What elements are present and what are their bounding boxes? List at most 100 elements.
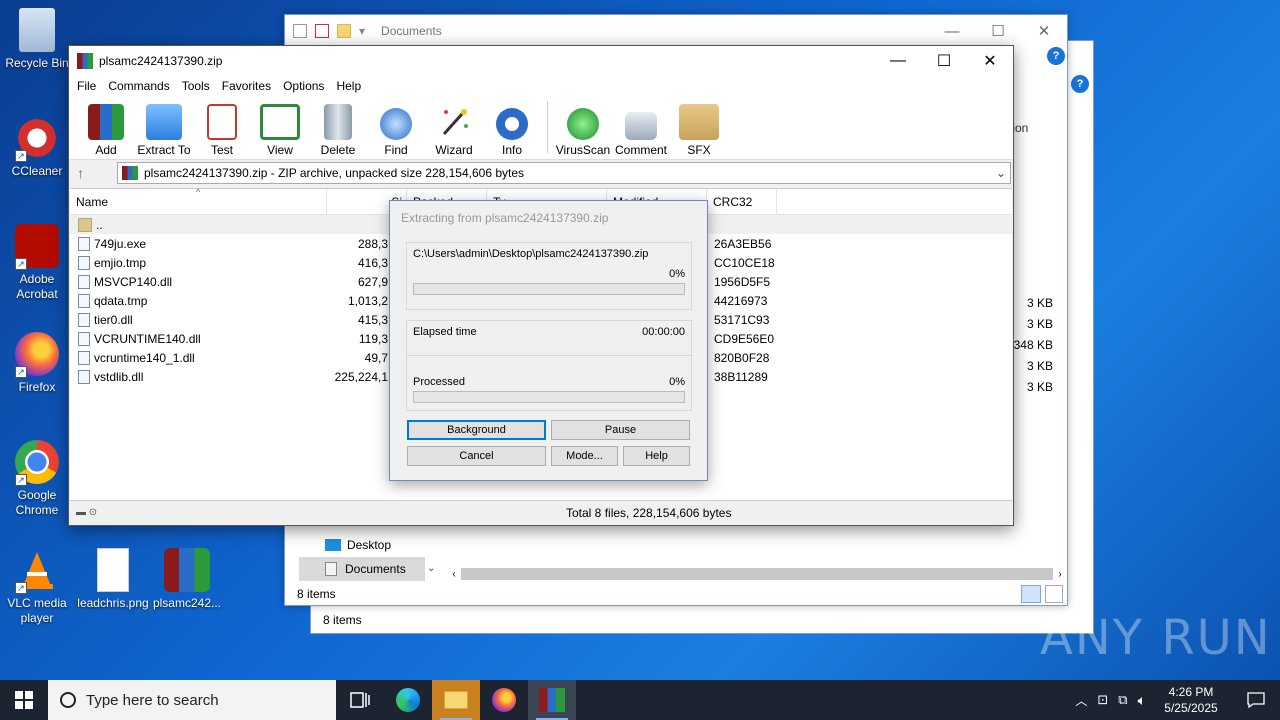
exe-file-icon bbox=[78, 236, 90, 251]
shortcut-arrow-icon: ↗ bbox=[15, 366, 27, 378]
scroll-left-arrow[interactable]: ‹ bbox=[447, 569, 461, 580]
shortcut-arrow-icon: ↗ bbox=[15, 582, 27, 594]
desktop-icon-ccleaner[interactable]: ↗ CCleaner bbox=[0, 116, 74, 179]
chevron-down-icon[interactable]: ▾ bbox=[359, 24, 365, 38]
toolbar-extract-to-button[interactable]: Extract To bbox=[135, 104, 193, 157]
notification-center-button[interactable] bbox=[1236, 680, 1276, 720]
mode-button[interactable]: Mode... bbox=[551, 446, 618, 466]
file-name: VCRUNTIME140.dll bbox=[94, 331, 201, 346]
file-size: 288,3 bbox=[357, 236, 388, 251]
close-button[interactable]: ✕ bbox=[967, 46, 1013, 76]
winrar-archive-icon bbox=[164, 548, 210, 592]
file-name: MSVCP140.dll bbox=[94, 274, 173, 289]
toolbar-label: Find bbox=[384, 143, 408, 157]
maximize-button[interactable]: ☐ bbox=[975, 16, 1021, 46]
minimize-button[interactable]: — bbox=[875, 46, 921, 76]
nav-item-documents[interactable]: Documents bbox=[299, 557, 425, 581]
status-total: Total 8 files, 228,154,606 bytes bbox=[566, 505, 732, 520]
volume-icon[interactable]: 🔈︎ bbox=[1138, 692, 1146, 709]
pause-button[interactable]: Pause bbox=[551, 420, 690, 440]
menu-tools[interactable]: Tools bbox=[176, 79, 216, 93]
desktop-icon-vlc[interactable]: ↗ VLC media player bbox=[0, 548, 74, 626]
properties-icon[interactable] bbox=[293, 24, 307, 38]
horizontal-scrollbar[interactable]: ‹ › bbox=[447, 567, 1067, 581]
large-icons-view-icon[interactable] bbox=[1045, 585, 1063, 603]
scroll-right-arrow[interactable]: › bbox=[1053, 569, 1067, 580]
menu-commands[interactable]: Commands bbox=[102, 79, 175, 93]
maximize-button[interactable]: ☐ bbox=[921, 46, 967, 76]
window-title: plsamc2424137390.zip bbox=[99, 54, 223, 68]
file-size: 49,7 bbox=[364, 350, 388, 365]
file-progress-group: C:\Users\admin\Desktop\plsamc2424137390.… bbox=[406, 242, 692, 310]
folder-icon[interactable] bbox=[337, 24, 351, 38]
toolbar-delete-button[interactable]: Delete bbox=[309, 104, 367, 157]
checkmark-icon[interactable] bbox=[315, 24, 329, 38]
background-button[interactable]: Background bbox=[407, 420, 546, 440]
task-view-button[interactable] bbox=[336, 680, 384, 720]
address-field[interactable]: plsamc2424137390.zip - ZIP archive, unpa… bbox=[117, 162, 1011, 184]
desktop-icon-leadchris-png[interactable]: leadchris.png bbox=[76, 548, 150, 611]
window-title: Documents bbox=[381, 24, 442, 38]
toolbar-view-button[interactable]: View bbox=[251, 104, 309, 157]
toolbar-add-button[interactable]: Add bbox=[77, 104, 135, 157]
cancel-button[interactable]: Cancel bbox=[407, 446, 546, 466]
desktop-icon-label: Google Chrome bbox=[15, 488, 59, 517]
desktop-folder-icon bbox=[325, 539, 341, 551]
view-book-icon bbox=[260, 104, 300, 140]
toolbar: Add Extract To Test View Delete Find Wiz… bbox=[69, 96, 1013, 160]
file-percent: 0% bbox=[669, 268, 685, 280]
ethernet-icon[interactable]: ⧉ bbox=[1118, 692, 1127, 708]
taskbar-search-box[interactable]: Type here to search bbox=[48, 680, 336, 720]
toolbar-label: Test bbox=[210, 143, 233, 157]
menu-favorites[interactable]: Favorites bbox=[216, 79, 277, 93]
toolbar-label: View bbox=[267, 143, 293, 157]
close-button[interactable]: ✕ bbox=[1021, 16, 1067, 46]
desktop-icon-recycle-bin[interactable]: Recycle Bin bbox=[0, 8, 74, 71]
file-name: emjio.tmp bbox=[94, 255, 147, 270]
desktop-icon-adobe-acrobat[interactable]: ↗ Adobe Acrobat bbox=[0, 224, 74, 302]
taskbar-winrar-button[interactable] bbox=[528, 680, 576, 720]
winrar-logo-icon bbox=[77, 53, 93, 69]
help-icon[interactable]: ? bbox=[1071, 75, 1089, 93]
desktop-icon-label: Adobe Acrobat bbox=[16, 272, 58, 301]
taskbar-file-explorer-button[interactable] bbox=[432, 680, 480, 720]
chevron-up-icon[interactable]: ︿ bbox=[1075, 692, 1087, 709]
desktop-icon-google-chrome[interactable]: ↗ Google Chrome bbox=[0, 440, 74, 518]
scroll-down-arrow[interactable]: ⌄ bbox=[427, 563, 439, 579]
file-name: qdata.tmp bbox=[94, 293, 148, 308]
desktop-icon-winrar-archive[interactable]: plsamc242... bbox=[150, 548, 224, 611]
up-arrow-icon[interactable]: ↑ bbox=[77, 165, 117, 181]
scrollbar-thumb[interactable] bbox=[461, 568, 1053, 580]
toolbar-comment-button[interactable]: Comment bbox=[612, 112, 670, 157]
column-header-crc32[interactable]: CRC32 bbox=[707, 188, 777, 215]
toolbar-find-button[interactable]: Find bbox=[367, 108, 425, 157]
taskbar-firefox-button[interactable] bbox=[480, 680, 528, 720]
desktop-icon-label: plsamc242... bbox=[152, 596, 222, 610]
menu-help[interactable]: Help bbox=[330, 79, 367, 93]
task-view-icon bbox=[350, 692, 370, 708]
start-button[interactable] bbox=[0, 680, 48, 720]
clock-date: 5/25/2025 bbox=[1164, 701, 1218, 715]
desktop-icon-firefox[interactable]: ↗ Firefox bbox=[0, 332, 74, 395]
toolbar-label: SFX bbox=[687, 143, 711, 157]
toolbar-label: Add bbox=[95, 143, 117, 157]
anyrun-watermark: ANY RUN bbox=[1040, 610, 1272, 666]
toolbar-wizard-button[interactable]: Wizard bbox=[425, 104, 483, 157]
minimize-button[interactable]: — bbox=[929, 16, 975, 46]
taskbar-edge-button[interactable] bbox=[384, 680, 432, 720]
details-view-icon[interactable] bbox=[1021, 585, 1041, 603]
toolbar-test-button[interactable]: Test bbox=[193, 104, 251, 157]
help-button[interactable]: Help bbox=[623, 446, 690, 466]
clock[interactable]: 4:26 PM 5/25/2025 bbox=[1156, 684, 1226, 716]
navigation-pane: Desktop Documents bbox=[299, 533, 425, 581]
menu-file[interactable]: File bbox=[71, 79, 102, 93]
help-icon[interactable]: ? bbox=[1047, 47, 1065, 65]
nav-item-desktop[interactable]: Desktop bbox=[299, 533, 425, 557]
address-text: plsamc2424137390.zip - ZIP archive, unpa… bbox=[144, 166, 525, 180]
toolbar-info-button[interactable]: Info bbox=[483, 108, 541, 157]
toolbar-virusscan-button[interactable]: VirusScan bbox=[554, 108, 612, 157]
network-icon[interactable]: ⊡ bbox=[1097, 692, 1108, 708]
chevron-down-icon[interactable]: ⌄ bbox=[992, 166, 1010, 180]
toolbar-sfx-button[interactable]: SFX bbox=[670, 104, 728, 157]
menu-options[interactable]: Options bbox=[277, 79, 330, 93]
